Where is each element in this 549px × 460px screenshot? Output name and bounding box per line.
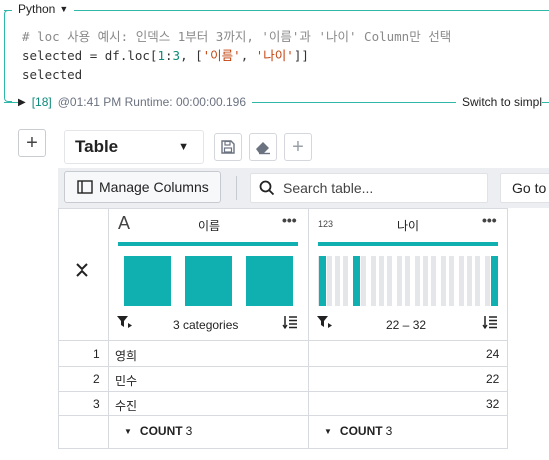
caret-down-icon: ▼ bbox=[324, 426, 332, 436]
switch-view-link[interactable]: Switch to simpl bbox=[456, 95, 543, 109]
cell-name[interactable]: 민수 bbox=[115, 372, 137, 389]
filter-icon[interactable] bbox=[316, 315, 334, 334]
table-border-bottom bbox=[58, 448, 508, 449]
column-header-name[interactable]: 이름 bbox=[198, 217, 220, 234]
cell-name[interactable]: 영희 bbox=[115, 347, 137, 364]
eraser-icon bbox=[256, 142, 270, 155]
add-view-button[interactable]: + bbox=[284, 133, 312, 161]
column-completeness-bar bbox=[118, 242, 298, 246]
sort-icon[interactable] bbox=[482, 315, 498, 334]
code-line-1: # loc 사용 예시: 인덱스 1부터 3까지, '이름'과 '나이' Col… bbox=[22, 29, 452, 44]
goto-button[interactable]: Go to bbox=[500, 173, 549, 203]
histogram[interactable] bbox=[318, 256, 498, 306]
language-selector[interactable]: Python ▼ bbox=[12, 2, 75, 16]
aggregation-label: COUNT bbox=[339, 424, 383, 438]
column-completeness-bar bbox=[318, 242, 498, 246]
save-button[interactable] bbox=[214, 133, 242, 161]
table-border-right bbox=[507, 208, 508, 448]
row-index: 1 bbox=[93, 347, 100, 361]
type-string-icon: A bbox=[118, 213, 131, 233]
view-select-value: Table bbox=[75, 137, 119, 156]
save-icon bbox=[221, 140, 235, 154]
filter-icon[interactable] bbox=[116, 315, 134, 334]
column-summary: 3 categories bbox=[173, 318, 239, 332]
goto-label: Go to bbox=[512, 180, 547, 196]
manage-columns-label: Manage Columns bbox=[99, 179, 209, 195]
code-line-2: selected = df.loc[1:3, ['이름', '나이']] bbox=[22, 48, 309, 63]
toolbar-divider bbox=[236, 176, 237, 200]
plus-icon: + bbox=[292, 135, 304, 158]
cell-frame bbox=[4, 10, 12, 102]
more-options-icon[interactable]: ••• bbox=[282, 212, 297, 228]
execution-count: [18] bbox=[31, 95, 52, 109]
search-icon bbox=[259, 180, 275, 196]
cell-frame-top bbox=[4, 10, 549, 11]
more-options-icon[interactable]: ••• bbox=[482, 212, 497, 228]
column-header-age[interactable]: 나이 bbox=[397, 217, 419, 234]
aggregation-value: 3 bbox=[185, 424, 193, 438]
cell-name[interactable]: 수진 bbox=[115, 397, 137, 414]
table-border-top bbox=[58, 208, 508, 209]
play-icon[interactable]: ▶ bbox=[18, 97, 26, 108]
row-index: 3 bbox=[93, 397, 100, 411]
runtime-info: @01:41 PM Runtime: 00:00:00.196 bbox=[57, 95, 247, 109]
view-select[interactable]: Table ▼ bbox=[64, 130, 204, 164]
aggregation-value: 3 bbox=[385, 424, 393, 438]
cell-age[interactable]: 32 bbox=[486, 397, 499, 411]
cell-age[interactable]: 24 bbox=[486, 347, 499, 361]
aggregation-select-age[interactable]: ▼ COUNT 3 bbox=[324, 424, 392, 438]
run-status: ▶ [18] @01:41 PM Runtime: 00:00:00.196 bbox=[18, 94, 253, 110]
row-line bbox=[58, 366, 508, 367]
manage-columns-button[interactable]: Manage Columns bbox=[64, 171, 221, 203]
code-line-3: selected bbox=[22, 67, 83, 82]
search-placeholder: Search table... bbox=[283, 180, 374, 196]
columns-icon bbox=[77, 180, 93, 194]
caret-down-icon: ▼ bbox=[59, 4, 69, 14]
caret-down-icon: ▼ bbox=[124, 426, 132, 436]
aggregation-label: COUNT bbox=[139, 424, 183, 438]
row-line bbox=[58, 415, 508, 416]
sort-icon[interactable] bbox=[282, 315, 298, 334]
clear-button[interactable] bbox=[249, 133, 277, 161]
search-input[interactable]: Search table... bbox=[250, 173, 488, 203]
type-number-icon: 123 bbox=[318, 219, 334, 229]
collapse-icon[interactable] bbox=[74, 262, 90, 283]
language-label: Python bbox=[18, 2, 56, 16]
category-bar[interactable] bbox=[124, 256, 171, 306]
row-index: 2 bbox=[93, 372, 100, 386]
caret-down-icon: ▼ bbox=[178, 141, 189, 153]
row-line bbox=[58, 391, 508, 392]
col-divider bbox=[308, 208, 309, 448]
cell-age[interactable]: 22 bbox=[486, 372, 499, 386]
category-bar[interactable] bbox=[246, 256, 293, 306]
column-summary: 22 – 32 bbox=[386, 318, 427, 332]
category-bar[interactable] bbox=[185, 256, 232, 306]
add-button[interactable]: + bbox=[18, 129, 46, 157]
code-editor[interactable]: # loc 사용 예시: 인덱스 1부터 3까지, '이름'과 '나이' Col… bbox=[22, 27, 451, 84]
aggregation-select-name[interactable]: ▼ COUNT 3 bbox=[124, 424, 192, 438]
col-divider bbox=[108, 208, 109, 448]
header-bottom-line bbox=[58, 340, 508, 341]
table-border-left bbox=[58, 208, 59, 448]
